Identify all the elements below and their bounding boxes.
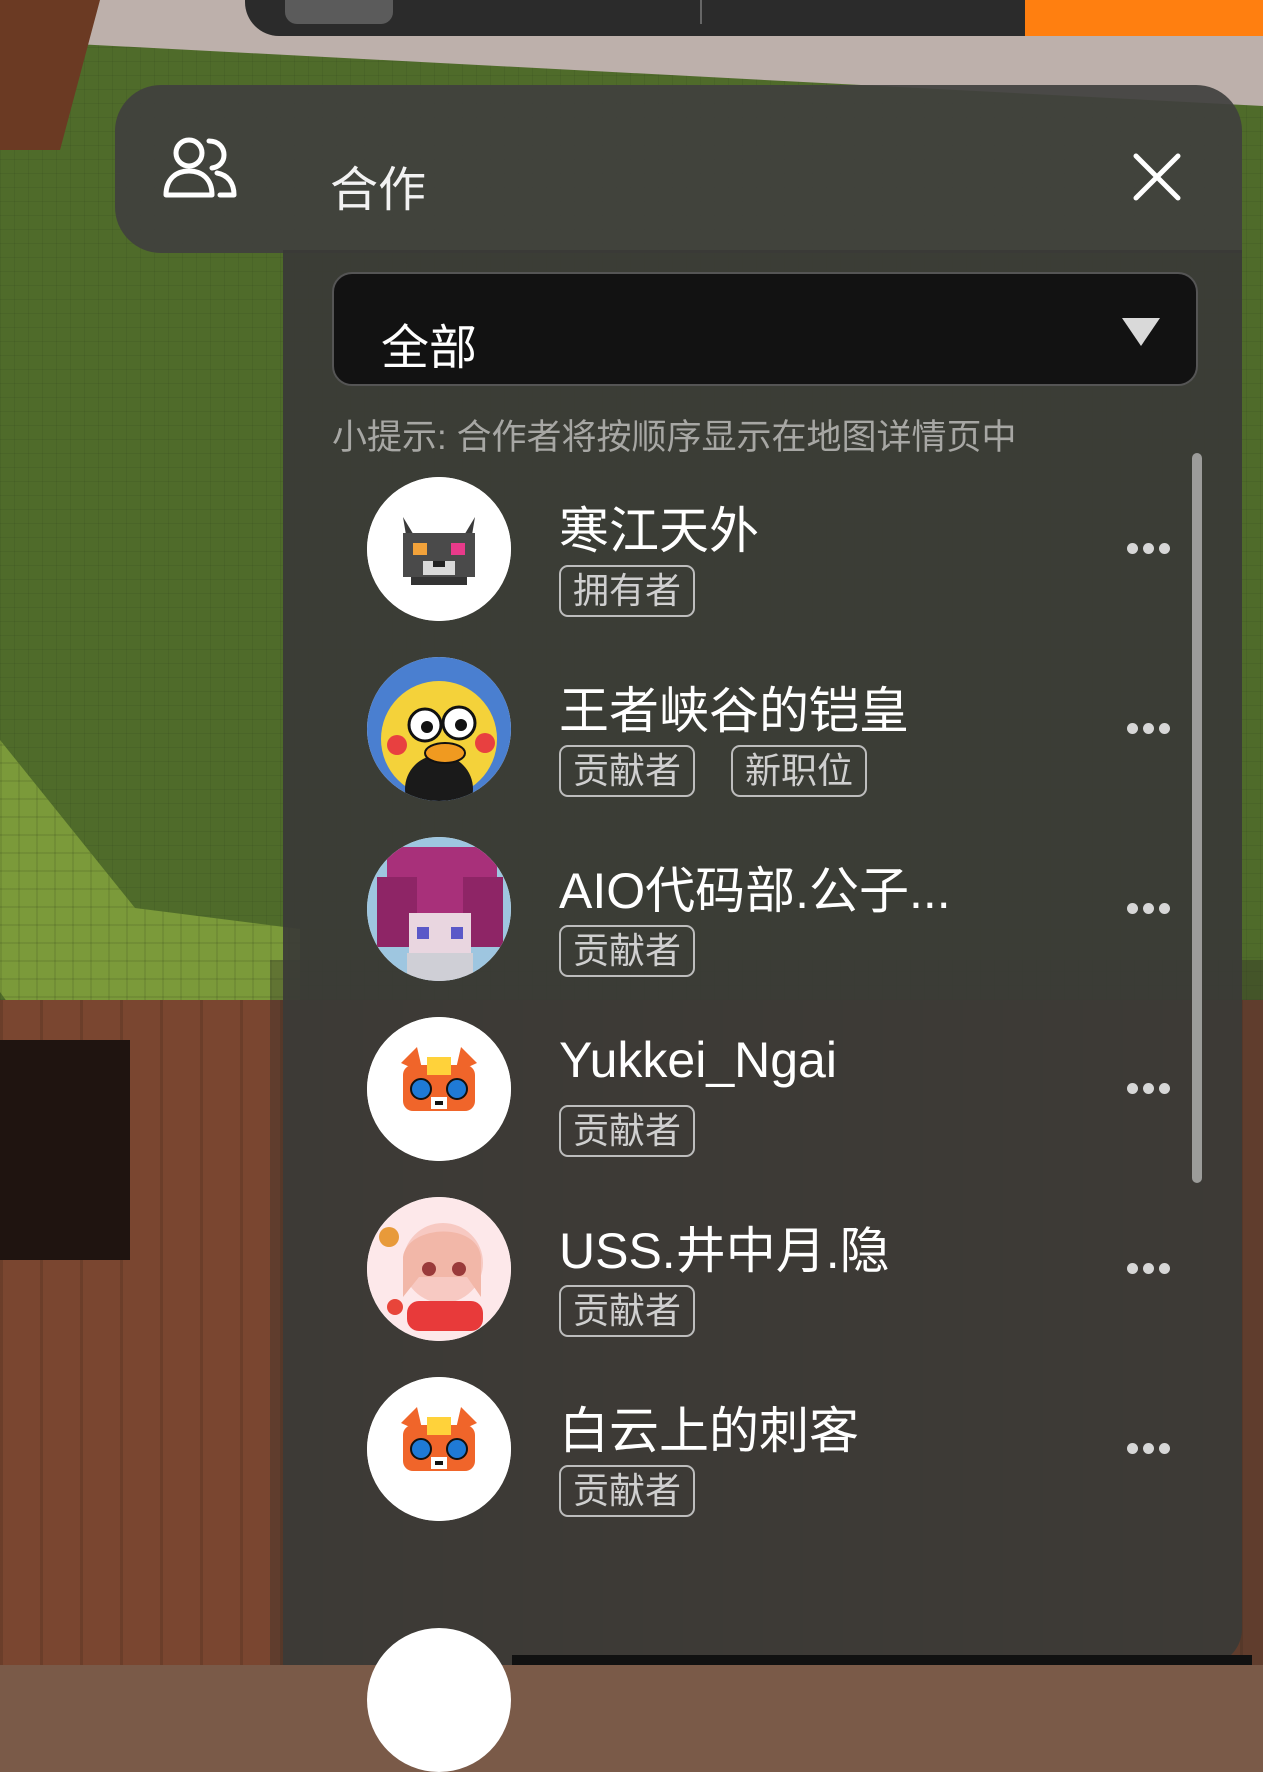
avatar[interactable] [367, 1197, 511, 1341]
collaborator-row[interactable]: Yukkei_Ngai 贡献者 [283, 995, 1203, 1187]
avatar-partial[interactable] [367, 1628, 511, 1772]
role-tags: 拥有者 [559, 565, 696, 617]
role-tag: 贡献者 [559, 1285, 696, 1337]
people-icon [163, 137, 237, 198]
terrain-hole [0, 1040, 130, 1260]
collaborator-name: 寒江天外 [559, 503, 759, 559]
more-options-icon[interactable] [1127, 1443, 1170, 1454]
toolbar-divider [700, 0, 702, 24]
avatar[interactable] [367, 837, 511, 981]
collaborator-row[interactable]: AIO代码部.公子... 贡献者 [283, 815, 1203, 1007]
more-options-icon[interactable] [1127, 1263, 1170, 1274]
avatar[interactable] [367, 657, 511, 801]
collab-panel-header [115, 85, 1242, 253]
toolbar-accent-button[interactable] [1025, 0, 1263, 36]
yellow-duck-avatar-icon [367, 657, 511, 801]
role-tag: 新职位 [731, 745, 868, 797]
panel-title: 合作 [330, 164, 427, 217]
orange-cat-avatar-icon [367, 1017, 511, 1161]
orange-cat-avatar-icon [367, 1377, 511, 1521]
collaborator-row[interactable]: 王者峡谷的铠皇 贡献者 新职位 [283, 635, 1203, 827]
role-tag: 贡献者 [559, 1105, 696, 1157]
role-filter-dropdown[interactable]: 全部 [332, 272, 1198, 386]
avatar[interactable] [367, 477, 511, 621]
collaborator-name: Yukkei_Ngai [559, 1032, 837, 1088]
role-tag: 贡献者 [559, 1465, 696, 1517]
top-toolbar [245, 0, 1263, 36]
collaborator-name: AIO代码部.公子... [559, 863, 951, 919]
more-options-icon[interactable] [1127, 543, 1170, 554]
role-tags: 贡献者 [559, 1285, 696, 1337]
role-tags: 贡献者 [559, 1465, 696, 1517]
list-scrollbar[interactable] [1192, 453, 1202, 1183]
more-options-icon[interactable] [1127, 1083, 1170, 1094]
collaborator-name: USS.井中月.隐 [559, 1223, 890, 1279]
role-tags: 贡献者 [559, 1105, 696, 1157]
role-tag: 贡献者 [559, 745, 696, 797]
more-options-icon[interactable] [1127, 723, 1170, 734]
ordering-hint: 小提示: 合作者将按顺序显示在地图详情页中 [332, 418, 1017, 457]
collaborator-name: 王者峡谷的铠皇 [559, 683, 909, 739]
role-tags: 贡献者 [559, 925, 696, 977]
collaborator-list: 寒江天外 拥有者 王者峡谷的铠皇 贡献者 新职位 AIO代码部.公子... 贡献… [283, 455, 1203, 1635]
role-filter-value: 全部 [381, 322, 478, 375]
role-tags: 贡献者 新职位 [559, 745, 868, 797]
wolf-avatar-icon [367, 477, 511, 621]
chevron-down-icon [1122, 318, 1160, 346]
bottom-bar [512, 1655, 1252, 1665]
collaborator-row[interactable]: 寒江天外 拥有者 [283, 455, 1203, 647]
avatar[interactable] [367, 1017, 511, 1161]
role-tag: 贡献者 [559, 925, 696, 977]
pink-hair-avatar-icon [367, 837, 511, 981]
more-options-icon[interactable] [1127, 903, 1170, 914]
anime-girl-avatar-icon [367, 1197, 511, 1341]
role-tag: 拥有者 [559, 565, 696, 617]
collaborator-name: 白云上的刺客 [559, 1403, 859, 1459]
close-icon[interactable] [1130, 150, 1184, 204]
collaborator-row[interactable]: 白云上的刺客 贡献者 [283, 1355, 1203, 1547]
avatar[interactable] [367, 1377, 511, 1521]
collaborator-row[interactable]: USS.井中月.隐 贡献者 [283, 1175, 1203, 1367]
toolbar-button[interactable] [285, 0, 393, 24]
